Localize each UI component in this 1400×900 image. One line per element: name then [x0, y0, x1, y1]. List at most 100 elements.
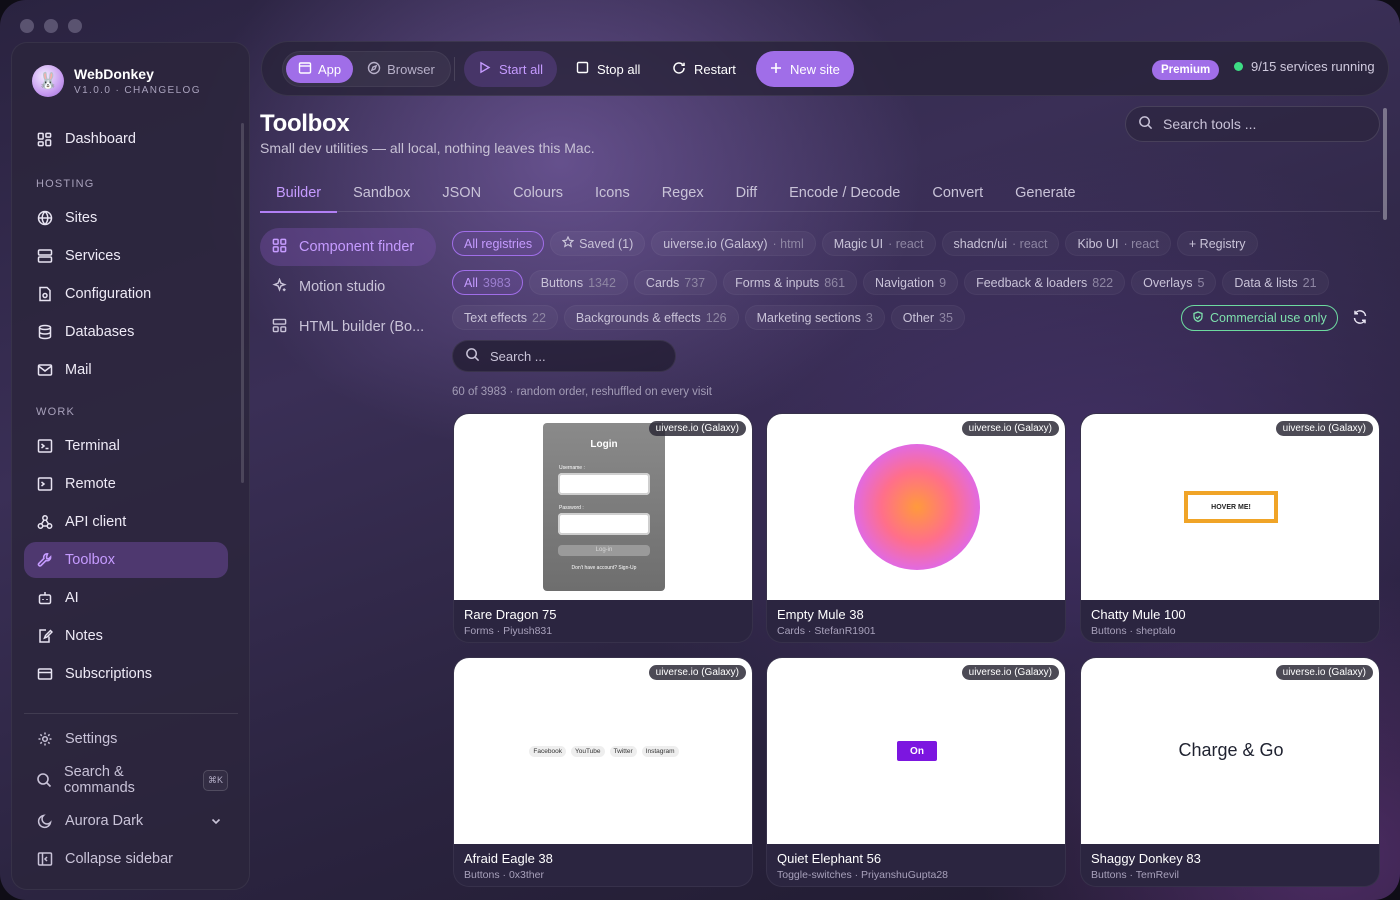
tab-diff[interactable]: Diff	[720, 174, 774, 212]
gear-icon	[36, 731, 53, 748]
tab-icons[interactable]: Icons	[579, 174, 646, 212]
sidebar-item-api-client[interactable]: API client	[24, 504, 228, 540]
category-chip-overlays[interactable]: Overlays 5	[1131, 270, 1217, 295]
registry-chip-saved[interactable]: Saved (1)	[550, 231, 646, 256]
sidebar-item-databases[interactable]: Databases	[24, 314, 228, 350]
category-chip-buttons[interactable]: Buttons 1342	[528, 270, 628, 295]
sidebar-scrollbar[interactable]	[241, 123, 244, 483]
subnav-label: Component finder	[299, 239, 415, 255]
sidebar-item-configuration[interactable]: Configuration	[24, 276, 228, 312]
component-card[interactable]: HOVER ME! uiverse.io (Galaxy) Chatty Mul…	[1080, 413, 1380, 643]
search-icon	[465, 347, 480, 365]
tab-json[interactable]: JSON	[426, 174, 497, 212]
registry-chip-magic-ui[interactable]: Magic UI · react	[821, 231, 936, 256]
sidebar-item-mail[interactable]: Mail	[24, 352, 228, 388]
chip-count: 5	[1197, 275, 1205, 290]
registry-chip-kibo-ui[interactable]: Kibo UI · react	[1065, 231, 1171, 256]
app-window-icon	[298, 61, 312, 78]
sidebar-item-toolbox[interactable]: Toolbox	[24, 542, 228, 578]
notebook-pen-icon	[36, 628, 53, 645]
category-chip-data-lists[interactable]: Data & lists 21	[1222, 270, 1329, 295]
reshuffle-icon[interactable]	[1352, 309, 1370, 327]
play-icon	[478, 61, 491, 77]
commercial-use-toggle[interactable]: Commercial use only	[1181, 305, 1338, 331]
tab-sandbox[interactable]: Sandbox	[337, 174, 426, 212]
tab-builder[interactable]: Builder	[260, 174, 338, 213]
tab-convert[interactable]: Convert	[916, 174, 999, 212]
restart-button[interactable]: Restart	[658, 51, 750, 87]
registry-chip-shadcn[interactable]: shadcn/ui · react	[941, 231, 1060, 256]
tab-generate[interactable]: Generate	[999, 174, 1091, 212]
sidebar-item-subscriptions[interactable]: Subscriptions	[24, 656, 228, 692]
subnav-html-builder[interactable]: HTML builder (Bo...	[260, 308, 436, 346]
category-chip-all[interactable]: All 3983	[452, 270, 523, 295]
component-card[interactable]: uiverse.io (Galaxy) Empty Mule 38 Cards …	[766, 413, 1066, 643]
component-meta: Buttons · sheptalo	[1091, 625, 1176, 637]
sidebar-item-label: Services	[65, 248, 121, 264]
component-card[interactable]: Login Username : Password : Log-in Don't…	[453, 413, 753, 643]
sidebar-item-remote[interactable]: Remote	[24, 466, 228, 502]
search-tools-input[interactable]: Search tools ...	[1125, 106, 1380, 142]
chip-label: Navigation	[875, 275, 935, 290]
app-view-button[interactable]: App	[286, 55, 354, 83]
close-window-button[interactable]	[20, 19, 34, 33]
compass-icon	[367, 61, 381, 78]
zoom-window-button[interactable]	[68, 19, 82, 33]
component-preview: Login Username : Password : Log-in Don't…	[454, 414, 752, 600]
add-registry-button[interactable]: + Registry	[1176, 231, 1258, 256]
subnav-component-finder[interactable]: Component finder	[260, 228, 436, 266]
sidebar-item-label: Search & commands	[64, 764, 135, 796]
hosting-section: HOSTING Sites Services Configuration Dat…	[24, 174, 228, 388]
component-card[interactable]: Facebook YouTube Twitter Instagram uiver…	[453, 657, 753, 887]
grid-icon	[36, 131, 53, 148]
remote-terminal-icon	[36, 476, 53, 493]
brand[interactable]: 🐰 WebDonkey V1.0.0 · CHANGELOG	[32, 65, 201, 97]
category-chip-backgrounds[interactable]: Backgrounds & effects 126	[563, 305, 739, 330]
category-chip-other[interactable]: Other 35	[890, 305, 965, 330]
sidebar-item-settings[interactable]: Settings	[24, 721, 228, 757]
subnav-motion-studio[interactable]: Motion studio	[260, 268, 436, 306]
sidebar-item-search-commands[interactable]: Search & commands ⌘K	[24, 762, 228, 798]
start-all-button[interactable]: Start all	[464, 51, 558, 87]
sidebar-item-terminal[interactable]: Terminal	[24, 428, 228, 464]
component-search-input[interactable]: Search ...	[452, 340, 676, 372]
component-card[interactable]: Charge & Go uiverse.io (Galaxy) Shaggy D…	[1080, 657, 1380, 887]
brand-version[interactable]: V1.0.0 · CHANGELOG	[74, 85, 201, 96]
chip-tag: · react	[888, 236, 924, 251]
component-card[interactable]: On uiverse.io (Galaxy) Quiet Elephant 56…	[766, 657, 1066, 887]
theme-selector[interactable]: Aurora Dark	[24, 803, 228, 839]
category-chip-marketing[interactable]: Marketing sections 3	[744, 305, 885, 330]
tab-encode-decode[interactable]: Encode / Decode	[773, 174, 916, 212]
collapse-sidebar-button[interactable]: Collapse sidebar	[24, 841, 228, 877]
sidebar-item-label: Notes	[65, 628, 103, 644]
registry-badge: uiverse.io (Galaxy)	[648, 421, 746, 436]
category-chip-cards[interactable]: Cards 737	[633, 270, 718, 295]
app-view-label: App	[318, 61, 342, 77]
sidebar-item-sites[interactable]: Sites	[24, 200, 228, 236]
sidebar-item-label: Mail	[65, 362, 92, 378]
category-chip-navigation[interactable]: Navigation 9	[863, 270, 959, 295]
category-chip-feedback[interactable]: Feedback & loaders 822	[964, 270, 1126, 295]
stop-all-button[interactable]: Stop all	[562, 51, 654, 87]
toolbar-divider	[454, 57, 455, 81]
main-scrollbar[interactable]	[1383, 108, 1387, 220]
registry-chip-all[interactable]: All registries	[452, 231, 545, 256]
sidebar-item-dashboard[interactable]: Dashboard	[24, 121, 228, 157]
tab-colours[interactable]: Colours	[497, 174, 579, 212]
new-site-button[interactable]: New site	[756, 51, 854, 87]
sidebar-item-notes[interactable]: Notes	[24, 618, 228, 654]
category-chip-text-effects[interactable]: Text effects 22	[452, 305, 558, 330]
search-tools-placeholder: Search tools ...	[1163, 116, 1257, 132]
component-search-placeholder: Search ...	[490, 348, 546, 364]
start-all-label: Start all	[499, 61, 544, 77]
sidebar-item-services[interactable]: Services	[24, 238, 228, 274]
registry-chip-uiverse[interactable]: uiverse.io (Galaxy) · html	[651, 231, 816, 256]
sidebar-item-ai[interactable]: AI	[24, 580, 228, 616]
tab-regex[interactable]: Regex	[646, 174, 720, 212]
sidebar-item-label: Toolbox	[65, 552, 115, 568]
browser-view-button[interactable]: Browser	[355, 55, 447, 83]
chip-count: 22	[532, 310, 546, 325]
minimize-window-button[interactable]	[44, 19, 58, 33]
toggle-switch-preview: On	[897, 741, 937, 761]
category-chip-forms[interactable]: Forms & inputs 861	[723, 270, 858, 295]
